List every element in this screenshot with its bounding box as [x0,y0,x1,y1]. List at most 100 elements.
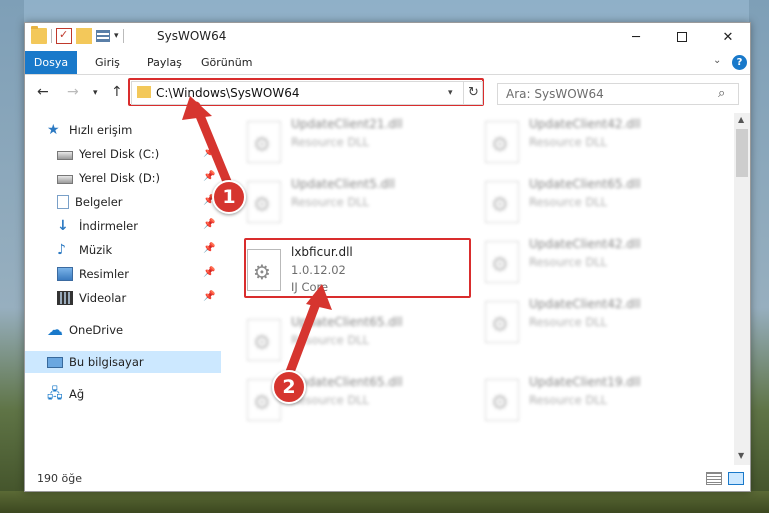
sidebar-item-label: OneDrive [69,323,124,337]
dll-file-icon [247,319,281,361]
network-icon: 🖧 [47,386,63,402]
pin-icon[interactable]: 📌 [203,291,215,302]
music-note-icon: ♪ [57,242,66,258]
properties-icon[interactable] [56,28,72,44]
scrollbar-thumb[interactable] [736,129,748,177]
maximize-button[interactable] [659,23,705,51]
file-tile[interactable]: UpdateClient21.dll Resource DLL [239,115,469,171]
sidebar-item-network[interactable]: 🖧 Ağ [25,383,221,405]
sidebar-item-label: Yerel Disk (D:) [79,171,161,185]
help-icon[interactable]: ? [732,55,747,70]
address-bar[interactable]: C:\Windows\SysWOW64 ▾ ↻ [131,81,483,105]
dll-file-icon [485,241,519,283]
sidebar-item-label: Bu bilgisayar [69,355,144,369]
pictures-icon [57,267,73,281]
new-folder-icon[interactable] [76,28,92,44]
up-arrow-icon[interactable]: ↑ [111,84,123,100]
desktop-background-left [0,0,24,513]
back-arrow-icon[interactable]: ← [37,84,49,100]
refresh-icon[interactable]: ↻ [463,82,483,104]
file-name: UpdateClient5.dll [291,177,395,191]
download-arrow-icon: ↓ [57,218,69,234]
file-tile[interactable]: UpdateClient42.dll Resource DLL [477,235,707,291]
maximize-icon [677,32,687,42]
view-options-icon[interactable] [96,30,110,42]
details-view-icon[interactable] [706,472,722,485]
sidebar-item-this-pc[interactable]: Bu bilgisayar [25,351,221,373]
folder-icon [137,86,151,98]
file-name: UpdateClient65.dll [291,315,403,329]
tab-view[interactable]: Görünüm [201,51,252,74]
step-2-badge: 2 [272,370,306,404]
file-description: Resource DLL [529,315,608,329]
explorer-window: ▾ SysWOW64 ─ ✕ Dosya Giriş Paylaş Görünü… [24,22,751,492]
sidebar-item-pictures[interactable]: Resimler 📌 [25,263,221,285]
tab-share[interactable]: Paylaş [147,51,182,74]
sidebar-item-videos[interactable]: Videolar 📌 [25,287,221,309]
pin-icon[interactable]: 📌 [203,147,215,158]
sidebar-item-label: Resimler [79,267,129,281]
search-icon[interactable]: ⌕ [718,86,725,101]
address-history-chevron-icon[interactable]: ▾ [448,88,453,98]
tab-home[interactable]: Giriş [95,51,120,74]
file-list: UpdateClient21.dll Resource DLL UpdateCl… [221,113,734,465]
navigation-bar: ← → ▾ ↑ C:\Windows\SysWOW64 ▾ ↻ Ara: Sys… [25,75,750,111]
sidebar-item-onedrive[interactable]: ☁ OneDrive [25,319,221,341]
file-description: Resource DLL [291,333,370,347]
file-tile[interactable]: UpdateClient5.dll Resource DLL [239,175,469,231]
file-description: Resource DLL [529,255,608,269]
pin-icon[interactable]: 📌 [203,267,215,278]
scroll-up-icon[interactable]: ▲ [738,115,744,124]
quick-access-toolbar: ▾ [31,26,124,44]
title-bar: ▾ SysWOW64 ─ ✕ [25,23,750,51]
sidebar-item-documents[interactable]: Belgeler 📌 [25,191,221,213]
status-bar: 190 öğe [25,467,750,491]
file-tile[interactable]: UpdateClient19.dll Resource DLL [477,373,707,429]
folder-icon [31,26,47,44]
desktop-background-bottom [0,491,769,513]
minimize-button[interactable]: ─ [613,23,659,51]
toolbar-divider [122,29,124,43]
vertical-scrollbar[interactable]: ▲ ▼ [734,113,750,465]
sidebar-item-downloads[interactable]: ↓ İndirmeler 📌 [25,215,221,237]
cloud-icon: ☁ [47,320,63,339]
file-tile[interactable]: UpdateClient42.dll Resource DLL [477,295,707,351]
file-tile[interactable]: UpdateClient65.dll Resource DLL [239,313,469,369]
customize-toolbar-chevron-icon[interactable]: ▾ [114,31,119,41]
star-icon: ★ [47,122,60,138]
sidebar-item-music[interactable]: ♪ Müzik 📌 [25,239,221,261]
expand-ribbon-chevron-icon[interactable]: ⌄ [713,55,721,66]
sidebar-item-local-disk-d[interactable]: Yerel Disk (D:) 📌 [25,167,221,189]
dll-file-icon [247,121,281,163]
sidebar-item-label: Hızlı erişim [69,123,133,137]
tab-file[interactable]: Dosya [25,51,77,74]
sidebar-item-local-disk-c[interactable]: Yerel Disk (C:) 📌 [25,143,221,165]
dll-file-icon [485,301,519,343]
address-path[interactable]: C:\Windows\SysWOW64 [156,86,300,100]
pin-icon[interactable]: 📌 [203,243,215,254]
search-input[interactable]: Ara: SysWOW64 ⌕ [497,83,739,105]
drive-icon [57,175,73,184]
documents-icon [57,195,69,209]
recent-locations-chevron-icon[interactable]: ▾ [93,88,98,98]
film-strip-icon [57,291,73,305]
forward-arrow-icon[interactable]: → [67,84,79,100]
pin-icon[interactable]: 📌 [203,171,215,182]
scroll-down-icon[interactable]: ▼ [738,451,744,460]
desktop-background-right [749,0,769,513]
file-name: UpdateClient42.dll [529,237,641,251]
tiles-view-icon[interactable] [728,472,744,485]
file-description: Resource DLL [291,135,370,149]
close-button[interactable]: ✕ [705,23,751,51]
sidebar-item-label: Müzik [79,243,113,257]
file-description: Resource DLL [529,135,608,149]
file-tile[interactable]: UpdateClient42.dll Resource DLL [477,115,707,171]
close-icon: ✕ [722,29,734,45]
file-tile[interactable]: UpdateClient65.dll Resource DLL [477,175,707,231]
drive-icon [57,151,73,160]
file-name: UpdateClient42.dll [529,297,641,311]
sidebar-item-quick-access[interactable]: ★ Hızlı erişim [25,119,221,141]
file-name: UpdateClient21.dll [291,117,403,131]
dll-file-icon [485,379,519,421]
pin-icon[interactable]: 📌 [203,219,215,230]
